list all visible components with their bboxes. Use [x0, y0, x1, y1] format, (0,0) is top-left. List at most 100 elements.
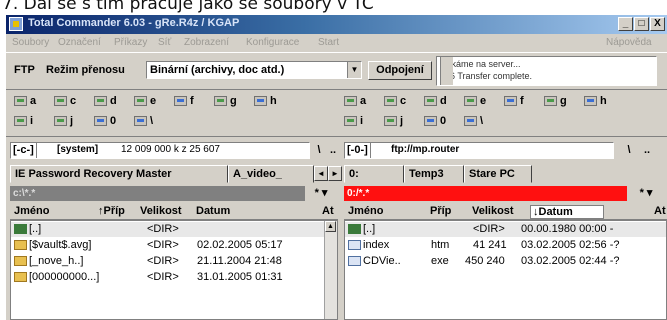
col-size-header[interactable]: Velikost: [140, 205, 182, 217]
col-attr-header[interactable]: At: [654, 205, 666, 217]
right-current-path[interactable]: 0:/*.*: [344, 186, 627, 201]
col-ext-header[interactable]: Příp: [430, 205, 451, 217]
drive-g-button[interactable]: g: [544, 95, 567, 107]
maximize-button[interactable]: □: [634, 17, 649, 31]
network-root-button[interactable]: \: [464, 115, 483, 127]
left-column-header: Jméno ↑Příp Velikost Datum At: [10, 203, 338, 220]
chevron-down-icon[interactable]: ▼: [347, 62, 361, 78]
table-row[interactable]: CDVie.. exe 450 240 03.02.2005 02:44 -?: [345, 254, 666, 269]
table-row[interactable]: [000000000...] <DIR> 31.01.2005 01:31: [11, 270, 337, 285]
drive-a-button[interactable]: a: [14, 95, 36, 107]
drive-f-button[interactable]: f: [174, 95, 194, 107]
drive-d-button[interactable]: d: [94, 95, 117, 107]
folder-icon: [14, 272, 27, 282]
col-size-header[interactable]: Velikost: [472, 205, 514, 217]
right-up-button[interactable]: ..: [640, 142, 654, 158]
transfer-mode-select[interactable]: Binární (archivy, doc atd.) ▼: [146, 61, 362, 79]
left-file-list[interactable]: [..] <DIR> [$vault$.avg] <DIR> 02.02.200…: [10, 220, 338, 320]
disk-icon: [14, 116, 27, 126]
right-file-list[interactable]: [..] <DIR> 00.00.1980 00:00 - index htm …: [344, 220, 667, 320]
drive-c-button[interactable]: c: [54, 95, 76, 107]
drive-i-button[interactable]: i: [344, 115, 363, 127]
drive-g-button[interactable]: g: [214, 95, 237, 107]
drive-j-button[interactable]: j: [384, 115, 403, 127]
file-name: [_nove_h..]: [29, 255, 84, 267]
drive-f-button[interactable]: f: [504, 95, 524, 107]
menu-oznaceni[interactable]: Označení: [58, 37, 101, 48]
disconnect-button[interactable]: Odpojení: [368, 61, 432, 80]
col-attr-header[interactable]: At: [322, 205, 334, 217]
right-history-button[interactable]: * ▾: [628, 186, 664, 201]
menu-prikazy[interactable]: Příkazy: [114, 37, 147, 48]
file-date: 00.00.1980 00:00 -: [521, 223, 614, 235]
menu-napoveda[interactable]: Nápověda: [606, 37, 652, 48]
tab-ie-password-recovery-master[interactable]: IE Password Recovery Master: [10, 165, 228, 183]
menu-start[interactable]: Start: [318, 37, 339, 48]
right-column-header: Jméno Příp Velikost ↓Datum At: [344, 203, 667, 220]
col-ext-header[interactable]: ↑Příp: [98, 205, 125, 217]
right-drive-select[interactable]: [-0-]: [345, 143, 371, 158]
left-free-space: 12 009 000 k z 25 607: [121, 144, 220, 155]
ftp-label: FTP: [14, 64, 35, 76]
left-drive-select[interactable]: [-c-]: [11, 143, 37, 158]
left-history-button[interactable]: * ▾: [304, 186, 338, 201]
file-size: 41 241: [473, 239, 507, 251]
right-root-button[interactable]: \: [622, 142, 636, 158]
tab-scroll-right-button[interactable]: ►: [328, 166, 342, 181]
close-button[interactable]: X: [650, 17, 665, 31]
menu-zobrazeni[interactable]: Zobrazení: [184, 37, 229, 48]
menu-soubory[interactable]: Soubory: [12, 37, 49, 48]
menu-konfigurace[interactable]: Konfigurace: [246, 37, 299, 48]
title-bar[interactable]: Total Commander 6.03 - gRe.R4z / KGAP _ …: [6, 15, 667, 34]
network-root-button[interactable]: \: [134, 115, 153, 127]
col-name-header[interactable]: Jméno: [14, 205, 49, 217]
scroll-up-icon[interactable]: ▲: [325, 221, 336, 232]
table-row[interactable]: [..] <DIR>: [11, 222, 337, 237]
log-scrollbar[interactable]: [440, 57, 453, 85]
right-drive-path-bar: [-0-] ftp://mp.router: [344, 142, 614, 159]
file-name: [..]: [363, 223, 376, 235]
file-size: <DIR>: [147, 271, 179, 283]
drive-e-button[interactable]: e: [464, 95, 486, 107]
table-row[interactable]: [$vault$.avg] <DIR> 02.02.2005 05:17: [11, 238, 337, 253]
drive-h-button[interactable]: h: [584, 95, 607, 107]
disk-icon: [214, 96, 227, 106]
drive-0-button[interactable]: 0: [94, 115, 116, 127]
col-date-header[interactable]: Datum: [196, 205, 230, 217]
network-neighborhood-icon: [134, 116, 147, 126]
table-row[interactable]: index htm 41 241 03.02.2005 02:56 -?: [345, 238, 666, 253]
drive-h-button[interactable]: h: [254, 95, 277, 107]
left-current-path[interactable]: c:\*.*: [10, 186, 305, 201]
drive-0-button[interactable]: 0: [424, 115, 446, 127]
total-commander-window: Total Commander 6.03 - gRe.R4z / KGAP _ …: [6, 15, 667, 320]
network-drive-icon: [504, 96, 517, 106]
left-root-button[interactable]: \: [312, 142, 326, 158]
left-up-button[interactable]: ..: [326, 142, 340, 158]
drive-e-button[interactable]: e: [134, 95, 156, 107]
caption-text: 7. Dal se s tím pracuje jako se soubory …: [2, 0, 374, 14]
disk-icon: [134, 96, 147, 106]
col-date-header[interactable]: ↓Datum: [530, 205, 604, 219]
table-row[interactable]: [_nove_h..] <DIR> 21.11.2004 21:48: [11, 254, 337, 269]
col-name-header[interactable]: Jméno: [348, 205, 383, 217]
window-title: Total Commander 6.03 - gRe.R4z / KGAP: [28, 17, 240, 29]
tab-stare-pc[interactable]: Stare PC: [464, 165, 532, 183]
transfer-mode-label: Režim přenosu: [46, 64, 125, 76]
minimize-button[interactable]: _: [618, 17, 633, 31]
table-row[interactable]: [..] <DIR> 00.00.1980 00:00 -: [345, 222, 666, 237]
file-ext: htm: [431, 239, 450, 251]
file-name: [000000000...]: [29, 271, 100, 283]
tab-temp3[interactable]: Temp3: [404, 165, 464, 183]
drive-j-button[interactable]: j: [54, 115, 73, 127]
tab-scroll-left-button[interactable]: ◄: [314, 166, 328, 181]
tab-0-ftp[interactable]: 0:: [344, 165, 404, 183]
left-scrollbar[interactable]: ▲: [324, 221, 337, 319]
drive-d-button[interactable]: d: [424, 95, 447, 107]
drive-c-button[interactable]: c: [384, 95, 406, 107]
menu-sit[interactable]: Síť: [158, 37, 171, 48]
tab-a-video[interactable]: A_video_: [228, 165, 314, 183]
left-drive-path-bar: [-c-] [system] 12 009 000 k z 25 607: [10, 142, 310, 159]
drive-i-button[interactable]: i: [14, 115, 33, 127]
drive-a-button[interactable]: a: [344, 95, 366, 107]
right-ftp-url: ftp://mp.router: [391, 144, 460, 155]
